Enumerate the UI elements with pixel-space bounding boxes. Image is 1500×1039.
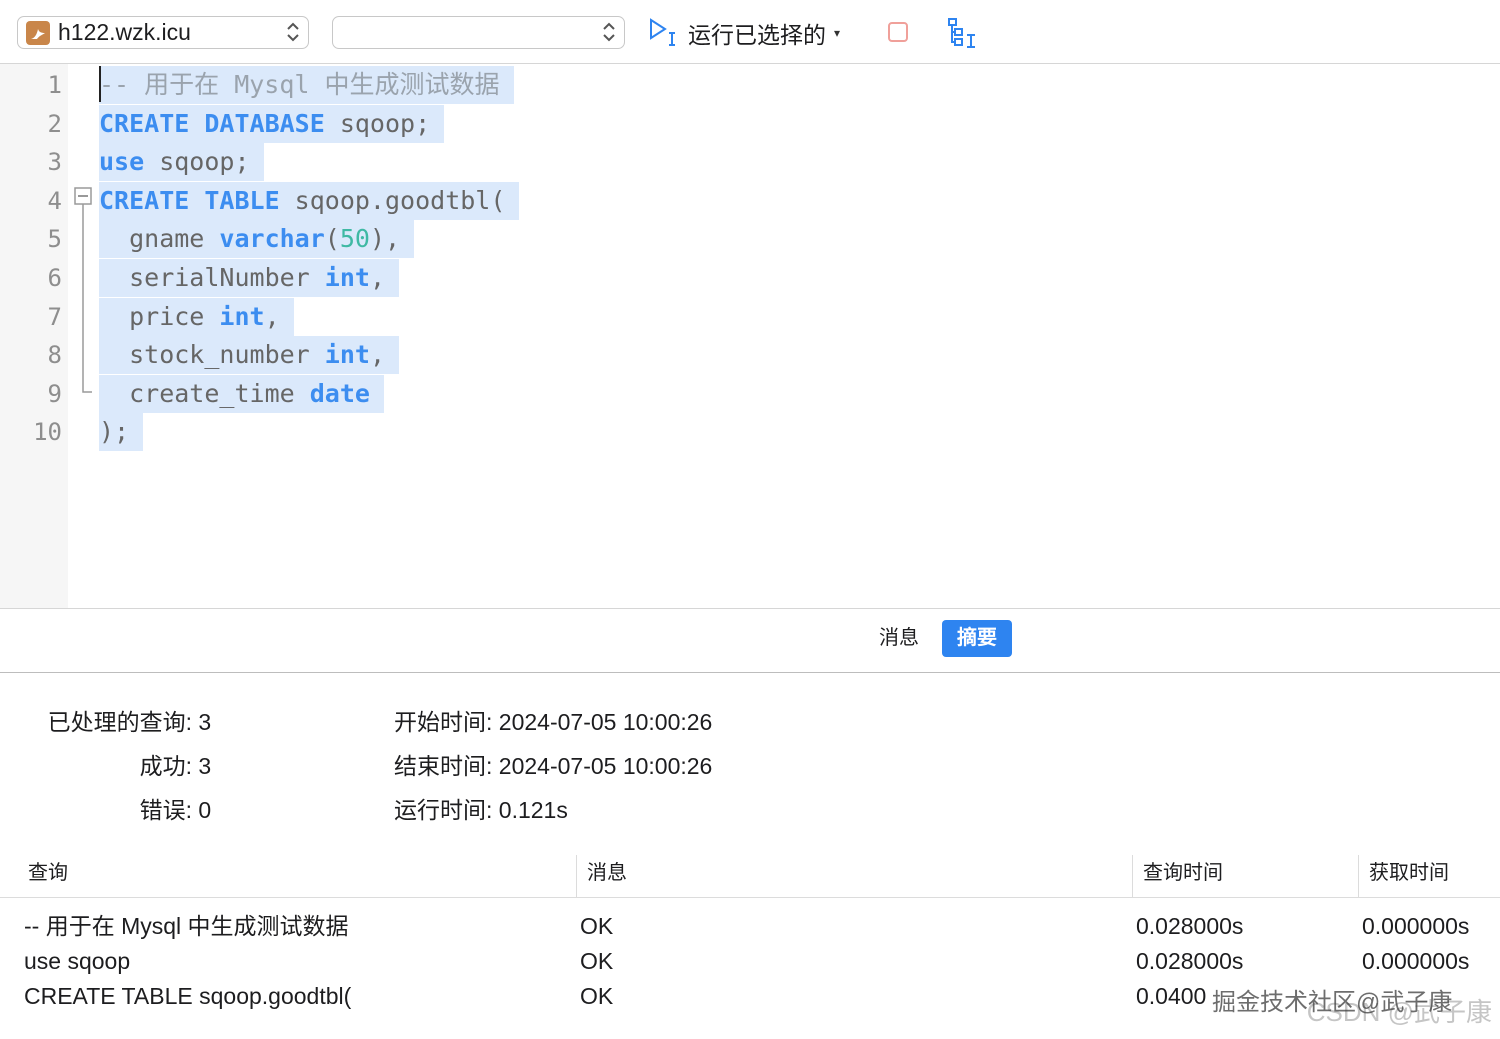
sql-keyword: int bbox=[324, 340, 370, 370]
code-line: stock_number int, bbox=[99, 336, 399, 375]
success-count: 成功: 3 bbox=[139, 753, 212, 779]
results-table-header: 查询 消息 查询时间 获取时间 bbox=[0, 855, 1500, 898]
sql-text: price bbox=[99, 301, 220, 331]
column-header-query[interactable]: 查询 bbox=[18, 855, 578, 898]
table-cell: 0.0400 bbox=[1136, 983, 1207, 1009]
elapsed-time: 运行时间: 0.121s bbox=[394, 797, 568, 823]
line-number: 5 bbox=[47, 225, 62, 254]
tab-summary[interactable]: 摘要 bbox=[942, 620, 1012, 657]
error-count: 错误: 0 bbox=[139, 797, 212, 823]
line-number: 10 bbox=[33, 418, 62, 447]
column-header-query-time[interactable]: 查询时间 bbox=[1132, 855, 1358, 898]
table-cell: 0.028000s bbox=[1136, 913, 1244, 939]
sql-keyword: date bbox=[309, 378, 370, 408]
line-number: 3 bbox=[47, 148, 62, 177]
code-line: price int, bbox=[99, 297, 294, 336]
table-cell: 0.028000s bbox=[1136, 948, 1244, 974]
sql-number: 50 bbox=[339, 224, 370, 254]
code-line: CREATE DATABASE sqoop; bbox=[99, 104, 445, 143]
code-line: CREATE TABLE sqoop.goodtbl( bbox=[99, 181, 520, 220]
sql-keyword: CREATE DATABASE bbox=[99, 108, 325, 138]
sql-keyword: int bbox=[324, 263, 370, 292]
code-line: create_time date bbox=[99, 374, 384, 413]
line-number: 7 bbox=[47, 302, 62, 331]
code-line: gname varchar(50), bbox=[99, 220, 415, 259]
end-time: 结束时间: 2024-07-05 10:00:26 bbox=[394, 753, 713, 779]
connection-select[interactable]: h122.wzk.icu bbox=[17, 16, 309, 49]
table-row[interactable]: -- 用于在 Mysql 中生成测试数据 OK 0.028000s 0.000000s bbox=[0, 909, 1500, 944]
table-cell: use sqoop bbox=[24, 948, 131, 974]
code-line: serialNumber int, bbox=[99, 259, 399, 297]
column-header-fetch-time[interactable]: 获取时间 bbox=[1358, 855, 1500, 898]
code-line: use sqoop; bbox=[99, 143, 264, 182]
database-select[interactable] bbox=[332, 16, 625, 49]
sql-keyword: CREATE TABLE bbox=[99, 185, 280, 215]
sql-text: sqoop; bbox=[324, 108, 431, 138]
table-cell: CREATE TABLE sqoop.goodtbl( bbox=[24, 983, 352, 1009]
line-number: 8 bbox=[47, 341, 62, 370]
code-line: ); bbox=[99, 413, 144, 452]
sql-keyword: int bbox=[219, 301, 265, 331]
result-tab-bar: 消息 摘要 bbox=[0, 609, 1500, 673]
run-selected-label: 运行已选择的 bbox=[688, 22, 826, 48]
toolbar: h122.wzk.icu 运行已选择的 ▾ bbox=[0, 0, 1500, 64]
sql-keyword: use bbox=[99, 147, 145, 177]
up-down-chevron-icon bbox=[603, 22, 615, 42]
sql-text: sqoop.goodtbl( bbox=[279, 185, 506, 215]
sql-text: gname bbox=[99, 224, 220, 254]
sql-text: , bbox=[369, 340, 385, 370]
line-number: 1 bbox=[47, 71, 62, 99]
mysql-dolphin-icon bbox=[26, 20, 50, 45]
run-play-icon bbox=[650, 18, 675, 46]
table-cell: OK bbox=[580, 948, 614, 974]
sql-text: sqoop; bbox=[144, 147, 250, 177]
up-down-chevron-icon bbox=[287, 22, 299, 42]
line-number-gutter: 1 2 3 4 5 6 7 8 9 10 bbox=[0, 64, 68, 608]
sql-text: ), bbox=[369, 224, 401, 254]
line-number: 4 bbox=[47, 186, 62, 215]
stop-button[interactable] bbox=[888, 22, 908, 42]
tab-messages[interactable]: 消息 bbox=[864, 620, 934, 657]
sql-text: , bbox=[369, 263, 385, 292]
sql-comment: -- 用于在 Mysql 中生成测试数据 bbox=[99, 70, 500, 99]
explain-icon[interactable] bbox=[946, 17, 980, 49]
processed-queries: 已处理的查询: 3 bbox=[47, 709, 212, 735]
column-header-message[interactable]: 消息 bbox=[576, 855, 1132, 898]
table-row[interactable]: use sqoop OK 0.028000s 0.000000s bbox=[0, 944, 1500, 979]
sql-text: serialNumber bbox=[99, 263, 325, 292]
line-number: 2 bbox=[47, 109, 62, 138]
table-cell: OK bbox=[580, 913, 614, 939]
table-cell: 0.000000s bbox=[1362, 948, 1470, 974]
text-cursor bbox=[99, 66, 101, 102]
line-number: 6 bbox=[47, 264, 62, 292]
table-cell: OK bbox=[580, 983, 614, 1009]
start-time: 开始时间: 2024-07-05 10:00:26 bbox=[394, 709, 713, 735]
table-cell: -- 用于在 Mysql 中生成测试数据 bbox=[24, 913, 349, 939]
sql-text: , bbox=[264, 301, 280, 331]
sql-editor[interactable]: 1 2 3 4 5 6 7 8 9 10 -- 用于在 Mysql 中生成测试数据 CREATE D… bbox=[0, 64, 1500, 609]
sql-text: create_time bbox=[99, 378, 310, 408]
fold-toggle-icon[interactable] bbox=[74, 187, 92, 397]
code-line: -- 用于在 Mysql 中生成测试数据 bbox=[99, 66, 514, 104]
line-number: 9 bbox=[47, 379, 62, 408]
sql-text: ); bbox=[99, 417, 130, 447]
sql-text: stock_number bbox=[99, 340, 325, 370]
table-cell: 0.000000s bbox=[1362, 913, 1470, 939]
connection-name: h122.wzk.icu bbox=[58, 19, 191, 45]
run-selected-button[interactable]: 运行已选择的 ▾ bbox=[648, 16, 840, 50]
sql-text: ( bbox=[324, 224, 340, 254]
juejin-watermark: 掘金技术社区@武子康 bbox=[1212, 989, 1453, 1016]
sql-keyword: varchar bbox=[219, 224, 325, 254]
run-dropdown-caret[interactable]: ▾ bbox=[834, 26, 840, 40]
